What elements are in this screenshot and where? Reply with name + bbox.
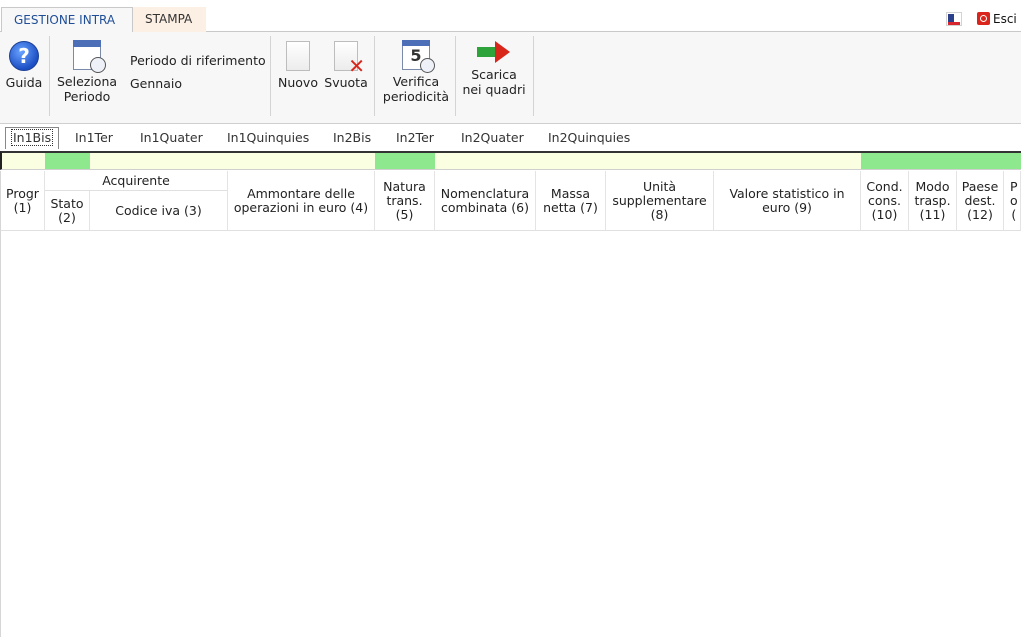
select-period-button[interactable]: Seleziona Periodo [55,40,119,104]
export-arrow-icon [477,41,511,63]
tab-in2ter[interactable]: In2Ter [396,130,434,146]
col-header-natura[interactable]: Natura trans. (5) [375,171,435,231]
tab-in2quinquies[interactable]: In2Quinquies [548,130,630,146]
clear-button[interactable]: Svuota [322,41,370,90]
col-header-cond[interactable]: Cond. cons. (10) [861,171,909,231]
clear-document-icon [334,41,365,76]
col-group-acquirente: Acquirente [45,171,228,191]
export-label-2: nei quadri [462,82,526,97]
top-tab-bar: GESTIONE INTRA STAMPA Esci [0,0,1021,33]
col-header-ammontare[interactable]: Ammontare delle operazioni in euro (4) [228,171,375,231]
verify-periodicity-button[interactable]: 5 Verifica periodicità [380,40,452,104]
tab-in1quinquies[interactable]: In1Quinquies [227,130,309,146]
period-label: Periodo di riferimento [130,53,266,68]
france-flag-icon[interactable] [946,12,962,26]
col-header-valore[interactable]: Valore statistico in euro (9) [714,171,861,231]
power-icon [977,12,990,25]
new-label: Nuovo [278,75,318,90]
new-button[interactable]: Nuovo [276,41,320,90]
band-cell-ammontare[interactable] [228,151,375,170]
band-cell-codice-iva[interactable] [90,151,228,170]
col-header-progr[interactable]: Progr (1) [0,171,45,231]
export-label-1: Scarica [471,67,517,82]
calendar-check-icon: 5 [402,40,435,73]
export-to-frames-button[interactable]: Scarica nei quadri [460,41,528,97]
col-header-modo[interactable]: Modo trasp. (11) [909,171,957,231]
tab-stampa[interactable]: STAMPA [133,7,206,32]
tab-gestione-intra[interactable]: GESTIONE INTRA [1,7,133,33]
col-header-codice-iva[interactable]: Codice iva (3) [90,191,228,231]
band-cell-natura[interactable] [375,151,435,170]
band-cell-nomenclatura[interactable] [435,151,536,170]
col-header-stato[interactable]: Stato (2) [45,191,90,231]
help-button[interactable]: ? Guida [4,41,44,90]
calendar-clock-icon [73,40,106,73]
band-cell-progr[interactable] [0,151,45,170]
new-document-icon [286,41,310,71]
col-header-p[interactable]: Po( [1004,171,1021,231]
tab-in1bis[interactable]: In1Bis [5,127,60,149]
band-cell-paese[interactable] [957,151,1004,170]
band-cell-modo[interactable] [909,151,957,170]
band-cell-cond[interactable] [861,151,909,170]
band-cell-unita[interactable] [606,151,714,170]
tab-in2bis[interactable]: In2Bis [333,130,371,146]
select-period-label-1: Seleziona [56,74,118,89]
ribbon-toolbar: ? Guida Seleziona Periodo Periodo di rif… [0,32,1021,124]
col-header-nomenclatura[interactable]: Nomenclatura combinata (6) [435,171,536,231]
col-header-massa[interactable]: Massa netta (7) [536,171,606,231]
select-period-label-2: Periodo [63,89,111,104]
tab-in2quater[interactable]: In2Quater [461,130,524,146]
tab-in1ter[interactable]: In1Ter [75,130,113,146]
help-icon: ? [9,41,39,71]
exit-label: Esci [993,12,1017,26]
form-tab-strip: In1Bis In1Ter In1Quater In1Quinquies In2… [0,125,1021,151]
grid-body[interactable] [0,231,1021,637]
band-cell-p[interactable] [1004,151,1021,170]
col-header-paese[interactable]: Paese dest. (12) [957,171,1004,231]
band-cell-massa[interactable] [536,151,606,170]
col-header-unita[interactable]: Unità supplementare (8) [606,171,714,231]
verify-label-1: Verifica [392,74,440,89]
band-cell-stato[interactable] [45,151,90,170]
tab-in1quater[interactable]: In1Quater [140,130,203,146]
data-grid: Progr (1) Acquirente Stato (2) Codice iva … [0,151,1021,637]
verify-label-2: periodicità [382,89,450,104]
help-label: Guida [5,75,43,90]
exit-button[interactable]: Esci [977,11,1017,27]
band-cell-valore[interactable] [714,151,861,170]
period-value: Gennaio [130,76,183,91]
